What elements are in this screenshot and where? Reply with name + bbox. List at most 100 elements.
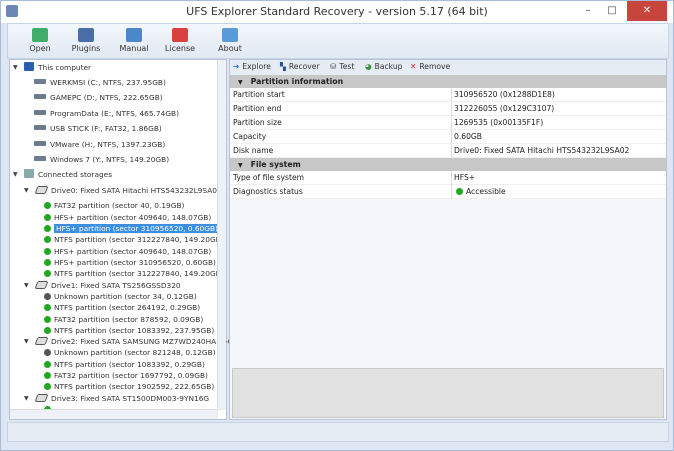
tree-partition[interactable]: FAT32 partition (sector 878592, 0.09GB) [44, 314, 203, 325]
action-label: Explore [242, 62, 271, 71]
file-system-header[interactable]: ▼ File system [230, 158, 666, 171]
section-title: File system [250, 160, 301, 169]
expand-arrow-icon[interactable]: ▼ [24, 282, 29, 289]
tree-volume[interactable]: WERKMSI (C:, NTFS, 237.95GB) [34, 77, 166, 88]
horizontal-scrollbar[interactable] [10, 409, 218, 419]
tree-partition[interactable]: HFS+ partition (sector 310956520, 0.60GB… [44, 223, 220, 234]
tree-item-label: NTFS partition (sector 312227840, 149.20… [54, 269, 224, 279]
expand-arrow-icon[interactable]: ▼ [13, 172, 18, 178]
vertical-scrollbar[interactable] [217, 60, 226, 410]
tree-item-label: NTFS partition (sector 1083392, 237.95GB… [54, 325, 215, 335]
value-text: Accessible [466, 187, 506, 196]
toolbar-license-button[interactable]: License [158, 26, 202, 53]
expand-arrow-icon[interactable]: ▼ [24, 395, 29, 402]
property-value: 1269535 (0x00135F1F) [451, 116, 543, 130]
maximize-button[interactable]: □ [599, 1, 625, 21]
manual-icon [126, 28, 142, 42]
action-label: Remove [419, 62, 451, 71]
app-window: UFS Explorer Standard Recovery - version… [0, 0, 674, 451]
partition-status-icon [44, 247, 51, 255]
property-name: Partition start [233, 90, 285, 99]
partition-status-icon [44, 315, 51, 323]
tree-drive[interactable]: Drive1: Fixed SATA TS256GSSD320 [34, 280, 181, 291]
tree-item-label: HFS+ partition (sector 310956520, 0.60GB… [54, 224, 220, 234]
tree-volume[interactable]: Windows 7 (Y:, NTFS, 149.20GB) [34, 154, 169, 165]
property-value: Drive0: Fixed SATA Hitachi HTS543232L9SA… [451, 144, 629, 158]
property-value: 310956520 (0x1288D1E8) [451, 88, 555, 102]
property-row: Partition start 310956520 (0x1288D1E8) [230, 88, 666, 102]
backup-button[interactable]: ◕ Backup [365, 62, 402, 71]
tree-partition[interactable]: NTFS partition (sector 1083392, 0.29GB) [44, 359, 205, 370]
toolbar-label: About [218, 44, 242, 53]
tree-partition[interactable]: HFS+ partition (sector 310956520, 0.60GB… [44, 257, 216, 268]
tree-drive[interactable]: Drive3: Fixed SATA ST1500DM003-9YN16G [34, 393, 209, 404]
hard-disk-icon [34, 185, 49, 194]
tree-item-label: Drive1: Fixed SATA TS256GSSD320 [51, 280, 181, 290]
tree-volume[interactable]: ProgramData (E:, NTFS, 465.74GB) [34, 108, 179, 119]
drive-icon [34, 140, 46, 146]
license-icon [172, 28, 188, 42]
test-button[interactable]: ⛁ Test [330, 62, 354, 71]
property-value: 312226055 (0x129C3107) [451, 102, 554, 116]
tree-partition[interactable]: NTFS partition (sector 312227840, 149.20… [44, 234, 224, 245]
backup-icon: ◕ [365, 62, 372, 71]
status-ok-icon [456, 188, 463, 195]
partition-info-header[interactable]: ▼ Partition information [230, 75, 666, 88]
partition-status-icon [44, 383, 51, 391]
tree-item-label: FAT32 partition (sector 878592, 0.09GB) [54, 314, 204, 324]
tree-connected-storages[interactable]: Connected storages [24, 169, 112, 180]
tree-item-label: HFS+ partition (sector 409640, 148.07GB) [54, 246, 212, 256]
collapse-arrow-icon[interactable]: ▼ [238, 79, 243, 86]
toolbar-label: Manual [119, 44, 149, 53]
collapse-arrow-icon[interactable]: ▼ [238, 162, 243, 169]
close-button[interactable]: ✕ [627, 1, 667, 21]
property-name: Type of file system [233, 173, 305, 182]
tree-partition[interactable]: Unknown partition (sector 821248, 0.12GB… [44, 347, 216, 358]
tree-partition[interactable]: NTFS partition (sector 264192, 0.29GB) [44, 302, 200, 313]
partition-status-icon [44, 225, 51, 233]
partition-status-icon [44, 326, 51, 334]
tree-item-label: Unknown partition (sector 821248, 0.12GB… [54, 348, 216, 358]
tree-partition[interactable]: NTFS partition (sector 312227840, 149.20… [44, 268, 224, 279]
tree-partition[interactable]: HFS+ partition (sector 409640, 148.07GB) [44, 212, 211, 223]
action-bar: ➔ Explore ▚ Recover ⛁ Test ◕ Backup ✕ Remove [230, 60, 666, 75]
minimize-button[interactable]: – [575, 1, 601, 21]
partition-status-icon [44, 292, 51, 300]
property-name: Disk name [233, 146, 274, 155]
tree-volume[interactable]: GAMEPC (D:, NTFS, 222.65GB) [34, 92, 163, 103]
partition-status-icon [44, 270, 51, 278]
tree-item-label: GAMEPC (D:, NTFS, 222.65GB) [50, 93, 163, 103]
details-panel: ➔ Explore ▚ Recover ⛁ Test ◕ Backup ✕ Remove ▼ Par… [229, 59, 667, 420]
expand-arrow-icon[interactable]: ▼ [24, 187, 29, 194]
tree-partition[interactable]: FAT32 partition (sector 40, 0.19GB) [44, 200, 184, 211]
tree-partition[interactable]: HFS+ partition (sector 409640, 148.07GB) [44, 246, 211, 257]
toolbar-open-button[interactable]: Open [18, 26, 62, 53]
toolbar-manual-button[interactable]: Manual [112, 26, 156, 53]
main-toolbar: Open Plugins Manual License About [7, 23, 669, 59]
property-value: 0.60GB [451, 130, 482, 144]
toolbar-about-button[interactable]: About [208, 26, 252, 53]
tree-drive[interactable]: Drive0: Fixed SATA Hitachi HTS543232L9SA… [34, 185, 222, 196]
tree-this-computer[interactable]: This computer [24, 61, 91, 73]
tree-item-label: HFS+ partition (sector 409640, 148.07GB) [54, 212, 212, 222]
tree-volume[interactable]: USB STICK (F:, FAT32, 1.86GB) [34, 123, 162, 134]
explore-button[interactable]: ➔ Explore [233, 62, 271, 71]
expand-arrow-icon[interactable]: ▼ [24, 339, 29, 345]
partition-status-icon [44, 236, 51, 244]
tree-partition[interactable]: NTFS partition (sector 1902592, 222.65GB… [44, 381, 214, 392]
tree-partition[interactable]: Unknown partition (sector 34, 0.12GB) [44, 291, 197, 302]
action-label: Test [339, 62, 355, 71]
partition-status-icon [44, 202, 51, 210]
remove-button[interactable]: ✕ Remove [410, 62, 450, 71]
tree-drive[interactable]: Drive2: Fixed SATA SAMSUNG MZ7WD240HAFV-… [34, 336, 232, 347]
tree-partition[interactable]: NTFS partition (sector 1083392, 237.95GB… [44, 325, 214, 336]
drive-icon [34, 109, 46, 115]
expand-arrow-icon[interactable]: ▼ [13, 64, 18, 71]
value-text: 1269535 (0x00135F1F) [454, 118, 544, 127]
toolbar-plugins-button[interactable]: Plugins [64, 26, 108, 53]
remove-icon: ✕ [410, 62, 417, 71]
tree-partition[interactable]: FAT32 partition (sector 1697792, 0.09GB) [44, 370, 208, 381]
tree-volume[interactable]: VMware (H:, NTFS, 1397.23GB) [34, 139, 165, 150]
recover-button[interactable]: ▚ Recover [280, 62, 320, 71]
property-row: Capacity 0.60GB [230, 130, 666, 144]
